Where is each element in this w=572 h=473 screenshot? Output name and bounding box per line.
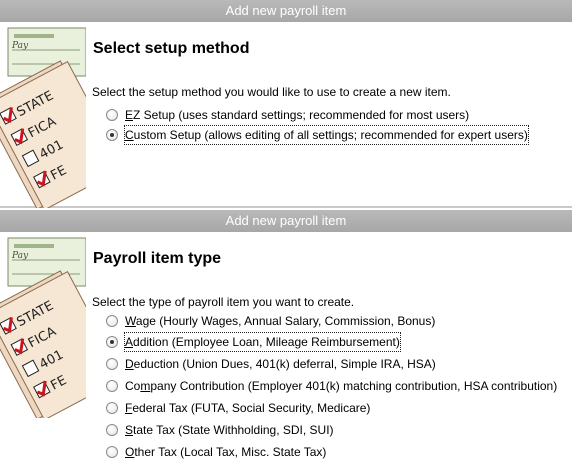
- svg-text:Pay: Pay: [11, 41, 29, 51]
- instruction-text: Select the setup method you would like t…: [92, 85, 451, 99]
- custom-setup-radio[interactable]: [106, 129, 118, 141]
- custom-setup-label[interactable]: Custom Setup (allows editing of all sett…: [124, 125, 529, 145]
- wage-label[interactable]: Wage (Hourly Wages, Annual Salary, Commi…: [125, 312, 435, 330]
- federal-tax-label[interactable]: Federal Tax (FUTA, Social Security, Medi…: [125, 399, 370, 417]
- payroll-forms-illustration: Pay STATE FICA 401 FE: [0, 232, 86, 418]
- page-title: Select setup method: [93, 40, 250, 57]
- addition-radio[interactable]: [106, 336, 118, 348]
- other-tax-radio[interactable]: [106, 446, 118, 458]
- dialog-title-bar: Add new payroll item: [0, 210, 572, 232]
- wage-radio[interactable]: [106, 315, 118, 327]
- dialog-title-bar: Add new payroll item: [0, 0, 572, 22]
- ez-setup-label[interactable]: EZ Setup (uses standard settings; recomm…: [125, 106, 469, 124]
- deduction-radio[interactable]: [106, 358, 118, 370]
- state-tax-label[interactable]: State Tax (State Withholding, SDI, SUI): [125, 421, 334, 439]
- addition-label[interactable]: Addition (Employee Loan, Mileage Reimbur…: [124, 332, 401, 352]
- page-title: Payroll item type: [93, 250, 222, 267]
- svg-text:Pay: Pay: [11, 251, 29, 261]
- company-contribution-label[interactable]: Company Contribution (Employer 401(k) ma…: [125, 377, 557, 395]
- item-type-panel: Pay STATE FICA 401 FE Payroll item type …: [0, 232, 572, 473]
- ez-setup-radio[interactable]: [106, 109, 118, 121]
- company-contribution-radio[interactable]: [106, 380, 118, 392]
- payroll-forms-illustration: Pay STATE FICA 401 FE: [0, 22, 86, 208]
- state-tax-radio[interactable]: [106, 424, 118, 436]
- dialog-title: Add new payroll item: [225, 3, 347, 18]
- setup-method-panel: Pay STATE FICA 401 FE Select setup metho…: [0, 22, 572, 208]
- federal-tax-radio[interactable]: [106, 402, 118, 414]
- deduction-label[interactable]: Deduction (Union Dues, 401(k) deferral, …: [125, 355, 436, 373]
- dialog-title: Add new payroll item: [225, 213, 347, 228]
- other-tax-label[interactable]: Other Tax (Local Tax, Misc. State Tax): [125, 443, 326, 461]
- instruction-text: Select the type of payroll item you want…: [92, 295, 355, 309]
